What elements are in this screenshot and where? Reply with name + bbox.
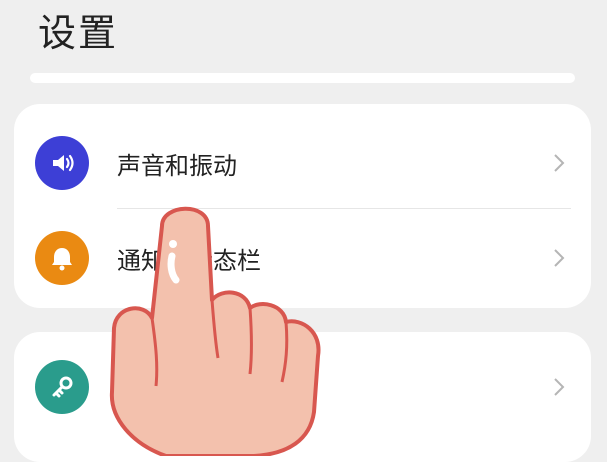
settings-item-sound[interactable]: 声音和振动 [14,113,591,213]
settings-item-biometrics[interactable]: 生物识别和密码 [14,337,591,437]
chevron-right-icon [547,151,571,175]
notifications-label: 通知和状态栏 [117,246,261,275]
speaker-icon [35,136,89,190]
biometrics-label: 生物识别和密码 [117,375,285,404]
chevron-right-icon [547,246,571,270]
page-title: 设置 [38,11,119,55]
key-icon [35,360,89,414]
settings-card-2: 生物识别和密码 [14,332,591,462]
sound-label: 声音和振动 [117,151,237,180]
bell-icon [35,231,89,285]
settings-item-notifications[interactable]: 通知和状态栏 [14,208,591,308]
settings-card-1: 声音和振动 通知和状态栏 [14,104,591,308]
scroll-strip [30,73,575,83]
chevron-right-icon [547,375,571,399]
